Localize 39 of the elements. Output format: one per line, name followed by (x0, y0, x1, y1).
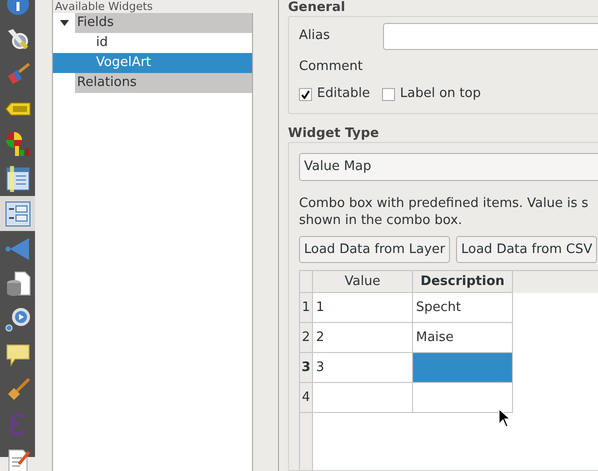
arrow-left-icon (4, 236, 30, 262)
gear-play-icon (4, 306, 30, 332)
widget-type-combo[interactable]: Value Map (299, 153, 598, 181)
table-cell[interactable]: 1 (313, 293, 413, 323)
checkbox-label: Label on top (400, 85, 481, 104)
widget-description: Combo box with predefined items. Value is s shown in the combo box. (299, 195, 590, 229)
tree-item[interactable]: VogelArt (53, 53, 252, 73)
mouse-cursor-icon (498, 408, 511, 428)
toolbar-button[interactable] (0, 196, 35, 231)
tree-group[interactable]: Relations (75, 73, 252, 93)
column-header[interactable]: Description (413, 271, 513, 293)
form-icon (4, 166, 30, 192)
tree-group[interactable]: Fields (75, 13, 252, 33)
section-title: Widget Type (288, 125, 380, 142)
checkbox[interactable] (299, 88, 312, 100)
row-header[interactable]: 4 (300, 383, 313, 413)
checkbox-label: Editable (317, 85, 370, 104)
load-data-button[interactable]: Load Data from CSV (456, 236, 598, 263)
tree-item[interactable]: id (53, 33, 252, 53)
comment-label: Comment (299, 58, 364, 76)
table-cell[interactable] (313, 383, 413, 413)
pie-bar-chart-icon (4, 130, 30, 156)
table-cell[interactable]: Specht (413, 293, 513, 323)
column-header[interactable]: Value (313, 271, 413, 293)
alias-field[interactable] (383, 22, 598, 50)
expanded-arrow-icon[interactable] (60, 20, 68, 26)
checkmark-icon (301, 90, 310, 98)
table-cell[interactable] (413, 353, 513, 383)
load-data-button[interactable]: Load Data from Layer (299, 236, 450, 263)
table-cell[interactable]: 2 (313, 323, 413, 353)
checkbox[interactable] (382, 88, 396, 100)
database-file-icon (4, 270, 30, 296)
row-header[interactable]: 1 (300, 293, 313, 323)
form-fields-icon (4, 200, 30, 226)
row-header[interactable]: 2 (300, 323, 313, 353)
panel-title: Available Widgets (54, 0, 154, 13)
row-header[interactable]: 3 (300, 353, 313, 383)
alias-label: Alias (299, 27, 331, 46)
section-title: General (288, 0, 346, 16)
